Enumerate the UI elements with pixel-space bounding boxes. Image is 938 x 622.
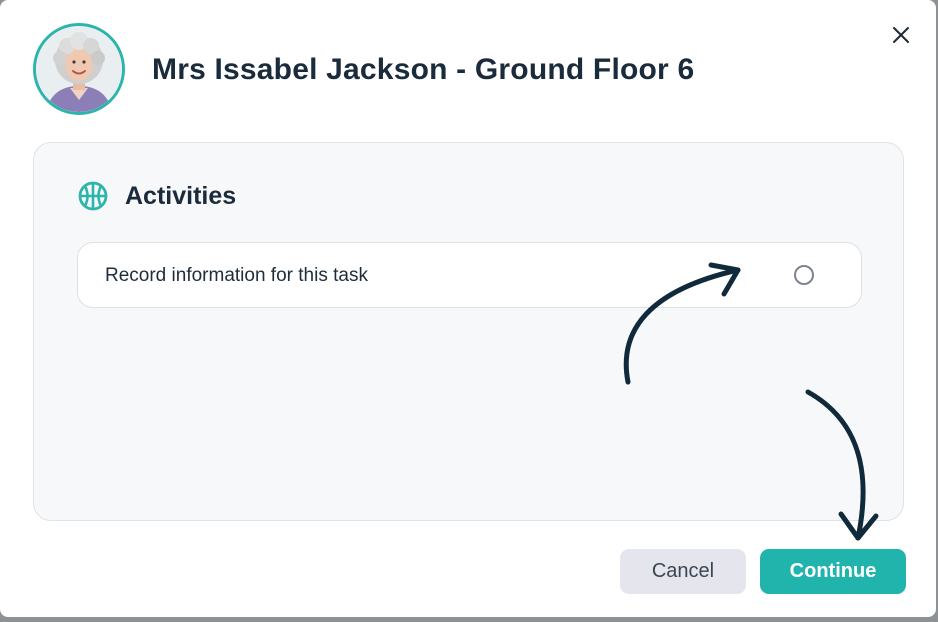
section-title: Activities xyxy=(125,182,237,210)
resident-portrait xyxy=(36,26,122,112)
cancel-button[interactable]: Cancel xyxy=(620,549,746,594)
resident-avatar xyxy=(33,23,125,115)
activities-panel: Activities Record information for this t… xyxy=(33,142,904,521)
patient-task-modal: Mrs Issabel Jackson - Ground Floor 6 Act… xyxy=(0,0,936,617)
modal-title: Mrs Issabel Jackson - Ground Floor 6 xyxy=(152,53,695,86)
close-button[interactable] xyxy=(888,22,914,48)
basketball-icon xyxy=(78,181,108,211)
task-option-row[interactable]: Record information for this task xyxy=(77,242,862,308)
task-radio-button[interactable] xyxy=(794,265,814,285)
close-icon xyxy=(893,27,909,43)
continue-button[interactable]: Continue xyxy=(760,549,906,594)
task-option-label: Record information for this task xyxy=(105,265,368,286)
